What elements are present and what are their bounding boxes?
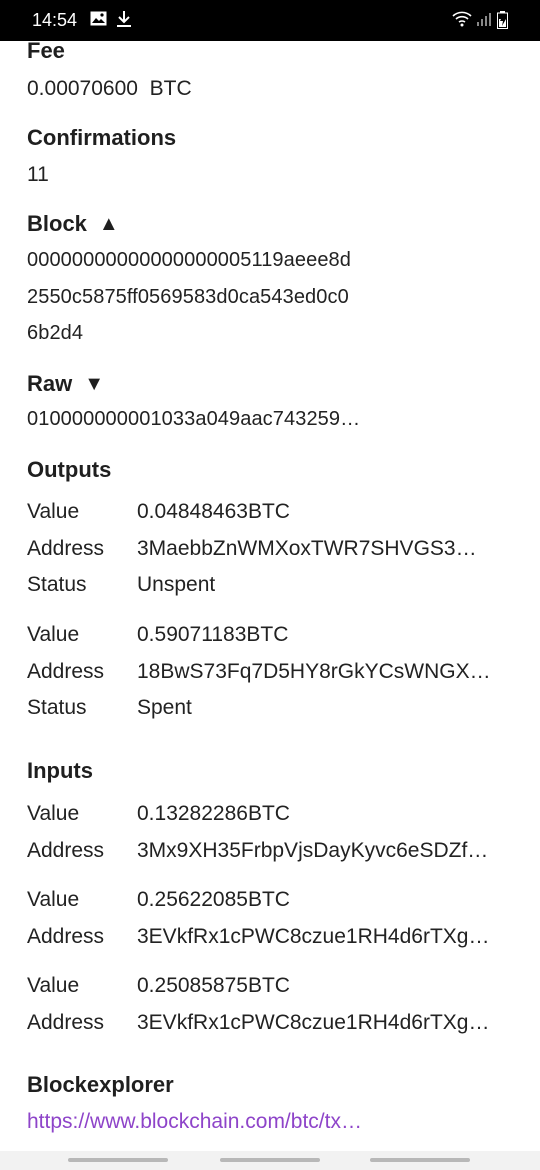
input-value: 0.25085875BTC (137, 974, 290, 997)
output-value: 0.04848463BTC (137, 500, 290, 523)
input-address[interactable]: 3EVkfRx1cPWC8czue1RH4d6rTXg… (137, 925, 489, 949)
output-value: 0.59071183BTC (137, 623, 289, 646)
input-address[interactable]: 3EVkfRx1cPWC8czue1RH4d6rTXg… (137, 1011, 489, 1035)
wifi-icon (452, 11, 472, 32)
raw-header[interactable]: Raw ▼ (27, 371, 104, 397)
input-value-key: Value (27, 888, 80, 911)
output-status: Spent (137, 696, 192, 719)
block-hash-line: 2550c5875ff0569583d0ca543ed0c0 (27, 286, 349, 308)
raw-value: 010000000001033a049aac743259… (27, 408, 361, 430)
block-header[interactable]: Block ▲ (27, 211, 119, 237)
block-label: Block (27, 211, 87, 236)
blockexplorer-link[interactable]: https://www.blockchain.com/btc/tx… (27, 1110, 362, 1134)
confirmations-label: Confirmations (27, 125, 177, 150)
block-hash-line: 00000000000000000005119aeee8d (27, 249, 351, 271)
raw-label: Raw (27, 371, 73, 396)
status-bar: 14:54 (0, 0, 540, 41)
confirmations-value: 11 (27, 163, 49, 186)
transaction-details: Fee 0.00070600 BTC Confirmations 11 Bloc… (0, 41, 540, 1151)
inputs-label: Inputs (27, 758, 93, 783)
fee-unit: BTC (149, 77, 192, 100)
input-value-key: Value (27, 974, 80, 997)
fee-amount: 0.00070600 (27, 77, 138, 100)
output-address[interactable]: 18BwS73Fq7D5HY8rGkYCsWNGX… (137, 660, 491, 684)
fee-value: 0.00070600 BTC (27, 77, 192, 101)
gallery-icon (90, 11, 107, 31)
output-status-key: Status (27, 573, 87, 596)
input-address-key: Address (27, 925, 105, 948)
blockexplorer-label: Blockexplorer (27, 1072, 174, 1097)
nav-recents-handle[interactable] (68, 1158, 168, 1162)
battery-icon (497, 11, 508, 34)
navigation-bar (0, 1151, 540, 1170)
output-address-key: Address (27, 660, 105, 683)
input-value-key: Value (27, 802, 80, 825)
outputs-label: Outputs (27, 457, 112, 482)
input-value: 0.13282286BTC (137, 802, 290, 825)
input-address-key: Address (27, 1011, 105, 1034)
input-address[interactable]: 3Mx9XH35FrbpVjsDayKyvc6eSDZf… (137, 839, 488, 863)
download-icon (117, 11, 131, 33)
signal-icon (476, 11, 492, 32)
fee-label: Fee (27, 41, 65, 63)
block-hash-line: 6b2d4 (27, 322, 84, 344)
output-status-key: Status (27, 696, 87, 719)
nav-home-handle[interactable] (220, 1158, 320, 1162)
output-address-key: Address (27, 537, 105, 560)
input-value: 0.25622085BTC (137, 888, 290, 911)
collapse-arrow-icon[interactable]: ▲ (99, 213, 119, 236)
input-address-key: Address (27, 839, 105, 862)
output-value-key: Value (27, 500, 80, 523)
nav-back-handle[interactable] (370, 1158, 470, 1162)
expand-arrow-icon[interactable]: ▼ (84, 373, 104, 396)
status-time: 14:54 (32, 10, 78, 30)
output-value-key: Value (27, 623, 80, 646)
output-address[interactable]: 3MaebbZnWMXoxTWR7SHVGS3… (137, 537, 477, 561)
output-status: Unspent (137, 573, 216, 596)
